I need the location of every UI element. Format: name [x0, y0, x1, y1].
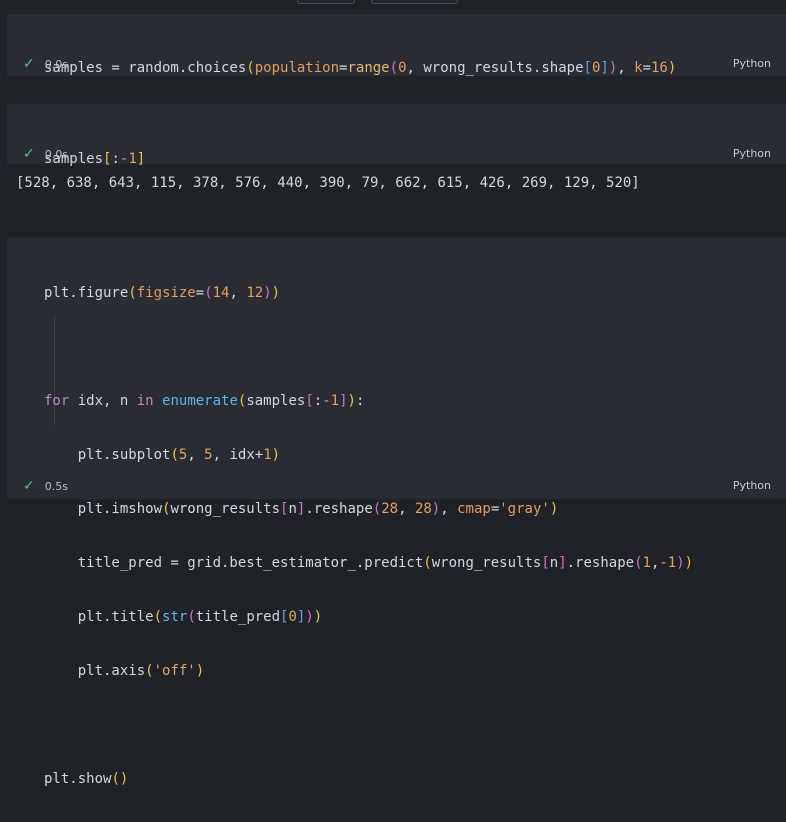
code-cell-1[interactable]: samples = random.choices(population=rang…: [7, 14, 786, 76]
cell-1-language[interactable]: Python: [733, 57, 771, 70]
cell-3-code[interactable]: plt.figure(figsize=(14, 12)) for idx, n …: [44, 250, 693, 822]
toolbar-button-right[interactable]: [371, 0, 458, 4]
check-icon: ✓: [23, 478, 35, 494]
cell-1-status: ✓ 0.0s: [23, 55, 68, 73]
code-cell-2[interactable]: samples[:-1] ✓ 0.0s Python: [7, 104, 786, 167]
cell-2-status: ✓ 0.0s: [23, 145, 68, 163]
cell-3-status: ✓ 0.5s: [23, 477, 68, 495]
code-cell-3[interactable]: plt.figure(figsize=(14, 12)) for idx, n …: [7, 237, 786, 787]
cell-2-language[interactable]: Python: [733, 147, 771, 160]
toolbar-button-left[interactable]: [297, 0, 355, 4]
check-icon: ✓: [23, 146, 35, 162]
cell-1-exec-time: 0.0s: [44, 57, 68, 71]
cell-1-code[interactable]: samples = random.choices(population=rang…: [44, 25, 676, 111]
cell-3-language[interactable]: Python: [733, 479, 771, 492]
check-icon: ✓: [23, 56, 35, 72]
cell-2-exec-time: 0.0s: [44, 147, 68, 161]
cell-2-output: [528, 638, 643, 115, 378, 576, 440, 390,…: [16, 175, 640, 191]
cell-3-exec-time: 0.5s: [44, 479, 68, 493]
